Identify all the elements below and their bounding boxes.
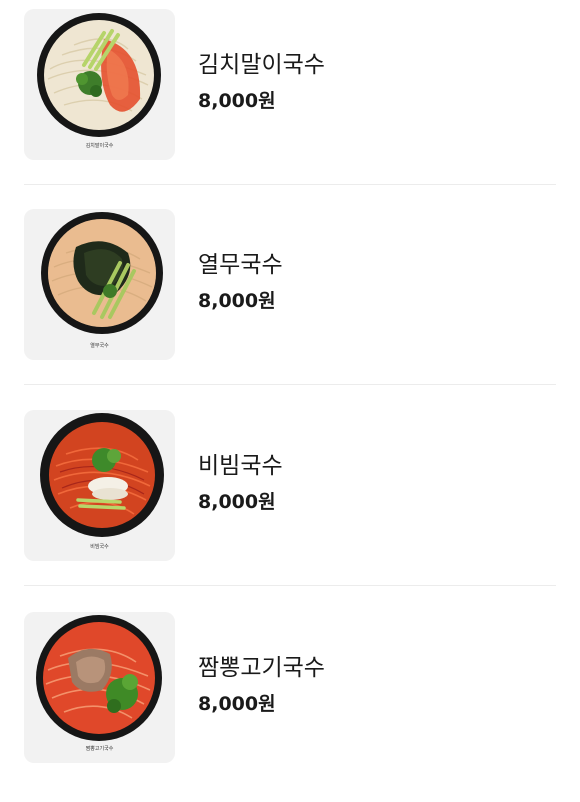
menu-item-price: 8,000원 [198,693,276,715]
divider [24,184,556,185]
menu-item-price: 8,000원 [198,90,276,112]
noodle-bowl-icon [37,13,161,137]
menu-item[interactable]: 비빔국수 비빔국수 8,000원 [0,401,580,601]
menu-item-name[interactable]: 짬뽕고기국수 [198,653,325,683]
menu-item[interactable]: 김치말이국수 김치말이국수 8,000원 [0,0,580,200]
divider [24,384,556,385]
menu-item[interactable]: 열무국수 열무국수 8,000원 [0,200,580,400]
menu-item-name[interactable]: 김치말이국수 [198,50,325,80]
divider [24,585,556,586]
menu-item-name[interactable]: 열무국수 [198,250,283,280]
menu-item-price: 8,000원 [198,290,276,312]
menu-item-image[interactable]: 비빔국수 [24,410,175,561]
menu-item-image[interactable]: 짬뽕고기국수 [24,612,175,763]
menu-item-image[interactable]: 김치말이국수 [24,9,175,160]
menu-list: 김치말이국수 김치말이국수 8,000원 열무국수 열무국수 8,000원 비빔… [0,0,580,773]
menu-item-name[interactable]: 비빔국수 [198,451,283,481]
image-caption: 김치말이국수 [85,143,114,149]
image-caption: 열무국수 [90,343,109,349]
menu-item-price: 8,000원 [198,491,276,513]
image-caption: 짬뽕고기국수 [85,746,114,752]
noodle-bowl-icon [40,413,164,537]
noodle-bowl-icon [36,615,162,741]
noodle-bowl-icon [41,212,163,334]
image-caption: 비빔국수 [90,544,109,550]
menu-item[interactable]: 짬뽕고기국수 짬뽕고기국수 8,000원 [0,602,580,802]
menu-item-image[interactable]: 열무국수 [24,209,175,360]
